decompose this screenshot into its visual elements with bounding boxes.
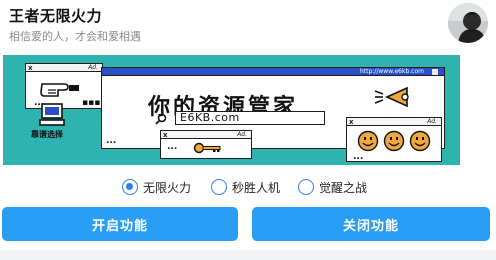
radio-unselected-icon[interactable]: [298, 179, 314, 195]
page-subtitle: 相信爱的人，才会和爱相遇: [9, 30, 141, 43]
header: 王者无限火力 相信爱的人，才会和爱相遇: [0, 0, 496, 50]
promo-banner[interactable]: x Ad. ... ▪▪▪. 靠谱选择 http://www.e6kb.com …: [3, 55, 460, 165]
radio-option-wuxian[interactable]: 无限火力: [122, 176, 191, 198]
radio-option-juexing[interactable]: 觉醒之战: [298, 176, 367, 198]
radio-label: 觉醒之战: [319, 180, 368, 195]
key-icon: [193, 142, 221, 154]
pointing-hand-icon: [40, 83, 79, 97]
radio-option-miaosheng[interactable]: 秒胜人机: [211, 176, 280, 198]
disable-feature-button[interactable]: 关闭功能: [252, 207, 490, 241]
radio-label: 无限火力: [143, 180, 192, 195]
radio-selected-icon[interactable]: [122, 179, 138, 195]
banner-pc-label: 靠谱选择: [31, 130, 63, 139]
radio-unselected-icon[interactable]: [211, 179, 227, 195]
banner-url-text: http://www.e6kb.com: [360, 68, 424, 75]
avatar-photo-icon: [448, 3, 488, 43]
page-title: 王者无限火力: [9, 7, 103, 25]
smiley-faces-icon: [357, 130, 431, 152]
mode-radio-group: 无限火力 秒胜人机 觉醒之战: [0, 176, 496, 198]
search-icon: [155, 113, 167, 125]
speaker-icon: [374, 86, 409, 108]
radio-label: 秒胜人机: [232, 180, 281, 195]
banner-url-input: E6KB.com: [175, 111, 325, 125]
computer-icon: [39, 103, 65, 126]
enable-feature-button[interactable]: 开启功能: [2, 207, 238, 241]
avatar[interactable]: [448, 3, 488, 43]
bottom-divider: [0, 250, 496, 260]
banner-smiley-window: x Ad. ...: [346, 117, 442, 162]
banner-key-window: x Ad. ...: [160, 130, 252, 159]
